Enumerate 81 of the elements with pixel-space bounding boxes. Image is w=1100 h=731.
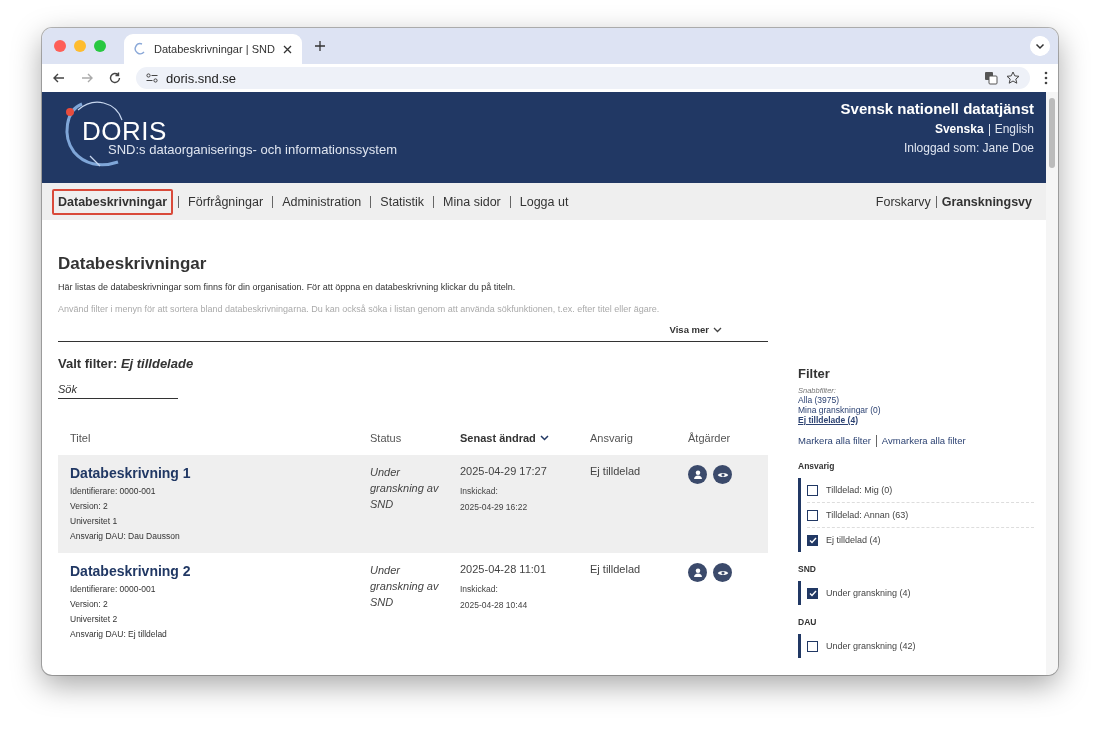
close-icon[interactable]	[283, 44, 292, 54]
show-more-link[interactable]: Visa mer	[669, 324, 722, 335]
table-row[interactable]: Databeskrivning 2 Identifierare: 0000-001 Version: 2 Universitet 2 Ansvarig DAU: Ej tilldelad Under granskning av SND 2025-04-28 11:01 Inskickad: 2025-04-28 10:44 Ej tilldelad	[58, 553, 768, 651]
logged-in-user: Inloggad som: Jane Doe	[903, 141, 1034, 155]
checkbox-label[interactable]: Ej tilldelad (4)	[826, 535, 881, 546]
checkbox-label[interactable]: Tilldelad: Annan (63)	[826, 510, 909, 521]
modified-date: 2025-04-28 11:01	[460, 563, 548, 575]
nav-link[interactable]: Mina sidor	[439, 190, 505, 213]
submitted-date: 2025-04-29 16:22	[460, 502, 529, 512]
quick-filter-link[interactable]: Alla (3975)	[798, 395, 1034, 405]
browser-tab[interactable]: Databeskrivningar | SND	[124, 34, 302, 64]
quick-filter-link[interactable]: Ej tilldelade (4)	[798, 415, 1034, 425]
filter-group-title: Ansvarig	[798, 461, 836, 472]
status-cell-text: Under granskning av SND	[370, 465, 440, 512]
checkbox[interactable]	[807, 641, 818, 652]
record-detail: Identifierare: 0000-001	[70, 584, 157, 594]
star-icon[interactable]	[1006, 71, 1020, 85]
nav-link[interactable]: Logga ut	[515, 190, 573, 213]
table-row[interactable]: Databeskrivning 1 Identifierare: 0000-001 Version: 2 Universitet 1 Ansvarig DAU: Dau Dausson Under granskning av SND 2025-04-29 17:27 Inskickad: 2025-04-29 16:22 Ej tilldelad	[58, 455, 768, 553]
status-cell-text: Under granskning av SND	[370, 563, 440, 610]
intro-text: Här listas de databeskrivningar som finns för din organisation. För att öppna en databeskrivning klickar du på titeln.	[58, 282, 517, 292]
responsible-cell-text: Ej tilldelad	[590, 563, 642, 575]
column-header[interactable]: Ansvarig	[590, 432, 688, 444]
search-field[interactable]: Sök	[58, 380, 178, 399]
sort-icon	[539, 435, 549, 441]
record-detail: Version: 2	[70, 501, 109, 511]
filter-group-title: DAU	[798, 617, 818, 628]
nav-link[interactable]: Administration	[278, 190, 366, 213]
loading-icon	[134, 42, 146, 56]
checkbox-label[interactable]: Under granskning (42)	[826, 641, 916, 652]
submitted-date: 2025-04-28 10:44	[460, 600, 529, 610]
reload-icon[interactable]	[108, 71, 122, 85]
checkbox[interactable]	[807, 510, 818, 521]
record-detail: Ansvarig DAU: Dau Dausson	[70, 531, 181, 541]
checkbox[interactable]	[807, 485, 818, 496]
view-link[interactable]: Granskningsvy	[941, 194, 1032, 209]
filter-group-title: SND	[798, 564, 817, 575]
checkbox[interactable]	[807, 535, 818, 546]
scrollbar-thumb[interactable]	[1049, 98, 1055, 168]
view-button[interactable]	[713, 563, 732, 582]
record-title-link[interactable]: Databeskrivning 2	[70, 563, 370, 579]
select-all-link[interactable]: Markera alla filter	[798, 435, 871, 446]
chevron-icon	[713, 326, 722, 333]
record-title-link[interactable]: Databeskrivning 1	[70, 465, 370, 481]
language-link[interactable]: Svenska	[934, 122, 984, 136]
record-detail: Universitet 1	[70, 516, 119, 526]
intro-text: Använd filter i menyn för att sortera bland databeskrivningarna. Du kan också söka i listan genom att använda sökfunktionen, t.ex. efter titel eller ägare.	[58, 304, 661, 314]
submitted-label: Inskickad:	[460, 584, 499, 594]
column-header[interactable]: Senast ändrad	[460, 432, 590, 444]
nav-link[interactable]: Förfrågningar	[184, 190, 268, 213]
new-tab-icon[interactable]	[314, 40, 326, 52]
column-header[interactable]: Status	[370, 432, 460, 444]
selected-filter: Valt filter: Ej tilldelade	[58, 356, 195, 371]
address-bar[interactable]: doris.snd.se	[136, 67, 1030, 89]
checkbox-label[interactable]: Under granskning (4)	[826, 588, 911, 599]
modified-date: 2025-04-29 17:27	[460, 465, 548, 477]
filter-title: Filter	[798, 366, 831, 381]
responsible-cell-text: Ej tilldelad	[590, 465, 642, 477]
menu-icon[interactable]	[1044, 71, 1048, 85]
assign-button[interactable]	[688, 563, 707, 582]
language-link[interactable]: English	[994, 122, 1034, 136]
deselect-all-link[interactable]: Avmarkera alla filter	[881, 435, 966, 446]
back-icon[interactable]	[52, 71, 66, 85]
assign-button[interactable]	[688, 465, 707, 484]
view-link[interactable]: Forskarvy	[875, 194, 931, 209]
checkbox[interactable]	[807, 588, 818, 599]
organization-name: Svensk nationell datatjänst	[840, 100, 1034, 117]
nav-link[interactable]: Statistik	[376, 190, 429, 213]
column-header[interactable]: Åtgärder	[688, 432, 768, 444]
record-detail: Universitet 2	[70, 614, 119, 624]
view-button[interactable]	[713, 465, 732, 484]
site-settings-icon[interactable]	[146, 73, 158, 83]
record-detail: Ansvarig DAU: Ej tilldelad	[70, 629, 168, 639]
nav-link[interactable]: Databeskrivningar	[52, 188, 174, 215]
quick-filter-link[interactable]: Mina granskningar (0)	[798, 405, 1034, 415]
column-header[interactable]: Titel	[70, 432, 370, 444]
record-detail: Version: 2	[70, 599, 109, 609]
submitted-label: Inskickad:	[460, 486, 499, 496]
record-detail: Identifierare: 0000-001	[70, 486, 157, 496]
page-title: Databeskrivningar	[58, 254, 208, 274]
checkbox-label[interactable]: Tilldelad: Mig (0)	[826, 485, 893, 496]
